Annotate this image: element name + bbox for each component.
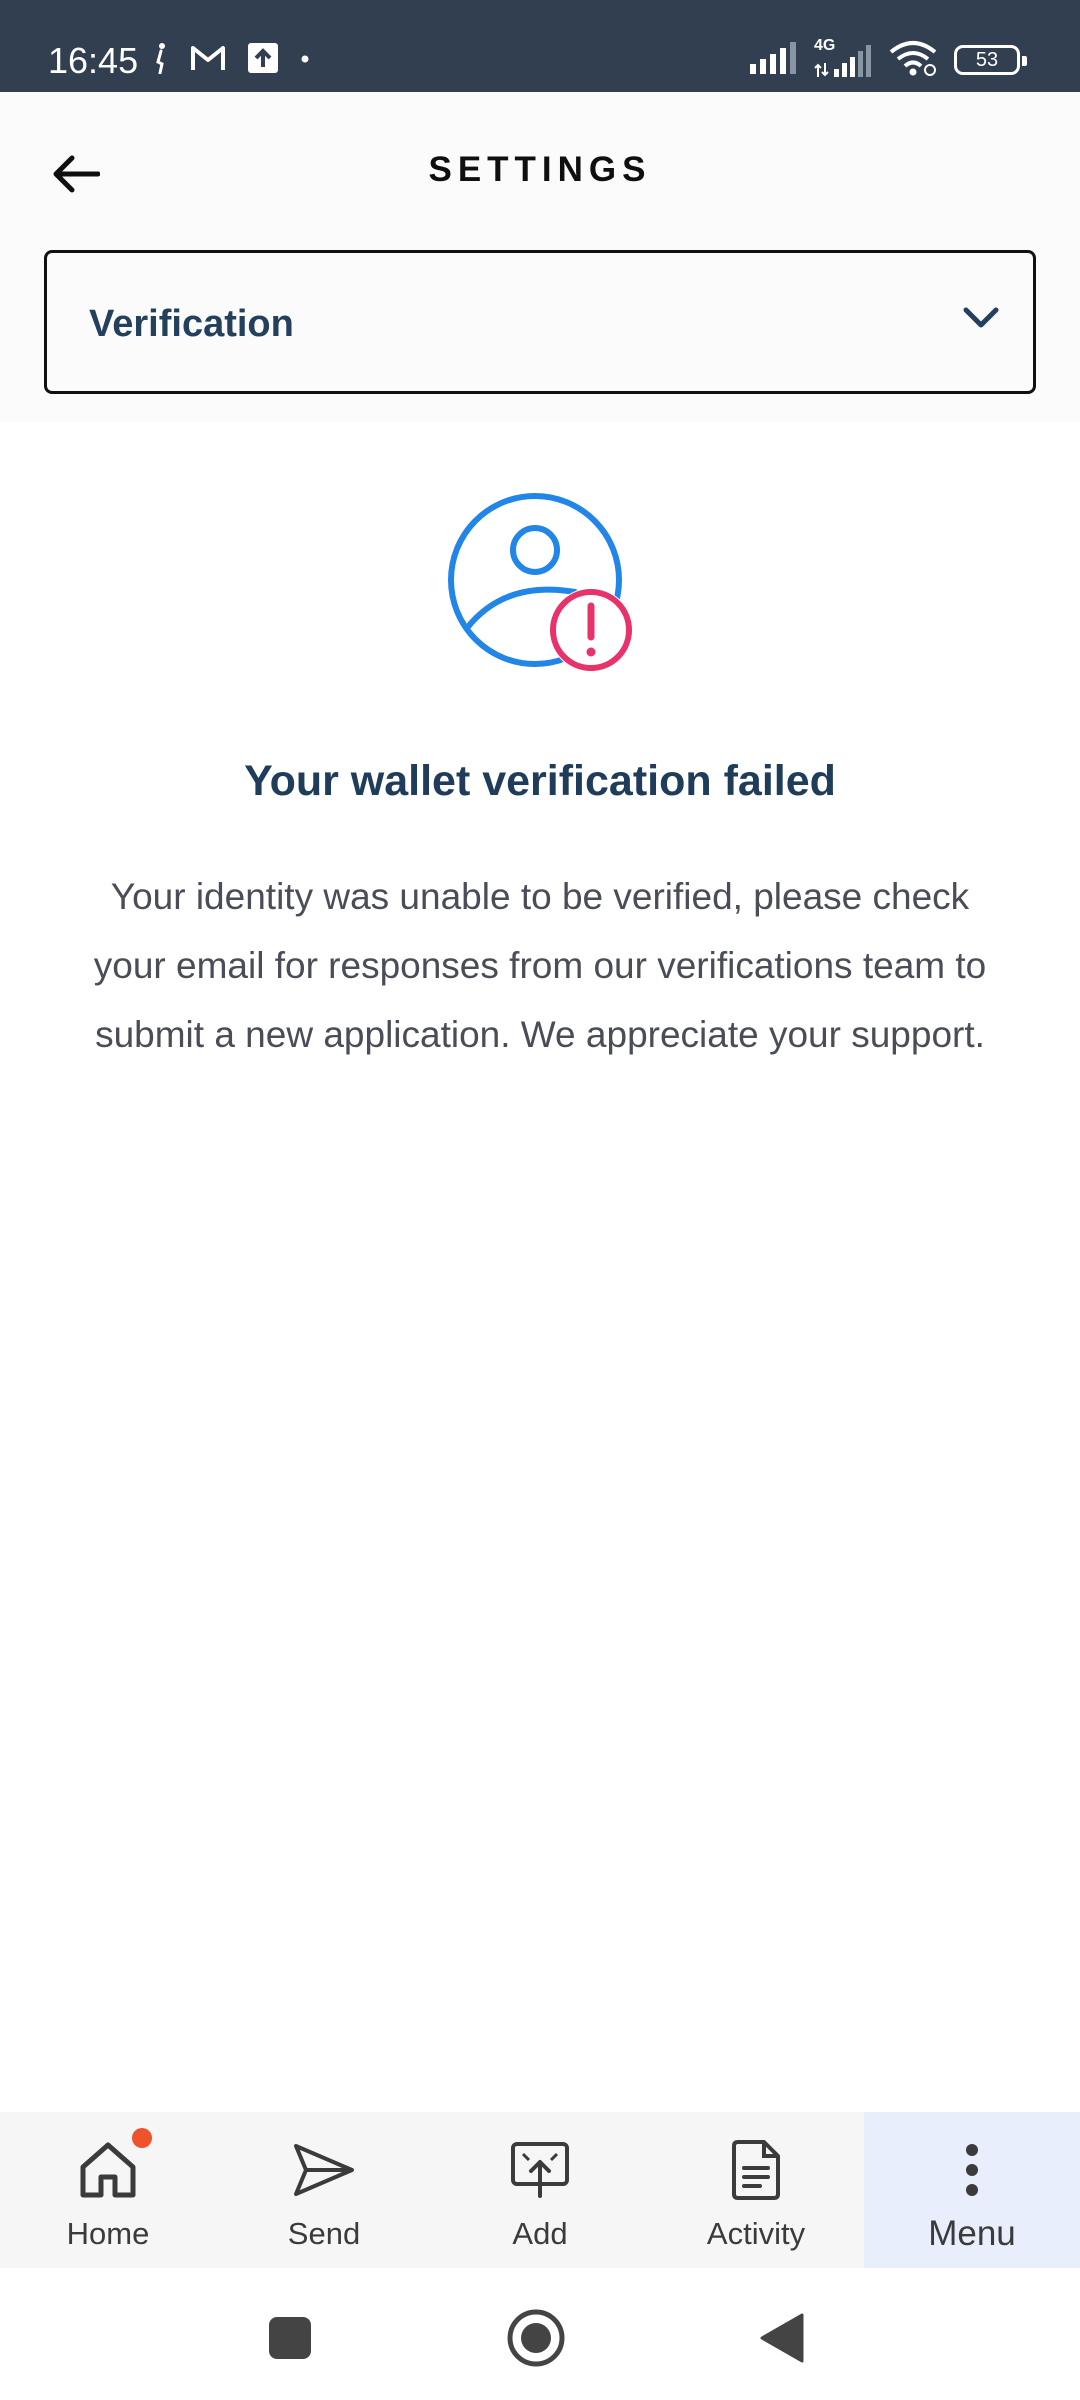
back-system-button[interactable]: [752, 2308, 812, 2368]
battery-icon: 53: [954, 45, 1027, 75]
verification-message: Your identity was unable to be verified,…: [93, 876, 987, 1055]
verification-title: Your wallet verification failed: [244, 757, 836, 805]
wifi-icon: [888, 40, 938, 81]
add-funds-icon: [509, 2136, 571, 2204]
nav-label-send: Send: [287, 2216, 361, 2251]
signal-4g-icon: 4G: [814, 37, 872, 79]
home-icon: [77, 2136, 139, 2204]
person-walking-icon: [154, 42, 168, 79]
chevron-down-icon: [963, 305, 999, 336]
nav-item-menu[interactable]: Menu: [864, 2112, 1080, 2268]
section-select[interactable]: Verification: [44, 250, 1036, 394]
dot-icon: [300, 51, 310, 69]
system-nav-bar: [0, 2268, 1080, 2400]
send-icon: [292, 2136, 356, 2204]
nav-label-menu: Menu: [928, 2214, 1016, 2253]
signal-icon: [750, 41, 798, 79]
bottom-nav: Home Send Add Activity Menu: [0, 2112, 1080, 2268]
upload-icon: [248, 42, 278, 78]
status-time: 16:45: [48, 40, 139, 81]
nav-label-add: Add: [512, 2216, 568, 2251]
page-title: SETTINGS: [428, 150, 652, 189]
recents-button[interactable]: [260, 2308, 320, 2368]
nav-item-activity[interactable]: Activity: [648, 2112, 864, 2268]
status-bar: 16:45 4G 53: [0, 0, 1080, 92]
notification-dot: [132, 2128, 152, 2148]
settings-header: SETTINGS Verification: [0, 92, 1080, 422]
section-select-value: Verification: [89, 303, 294, 345]
status-left-icons: [154, 40, 310, 80]
document-icon: [730, 2136, 782, 2204]
user-alert-icon: [445, 492, 637, 684]
home-system-button[interactable]: [506, 2308, 566, 2368]
more-vertical-icon: [964, 2136, 980, 2204]
nav-label-activity: Activity: [706, 2216, 806, 2251]
battery-level: 53: [975, 48, 999, 71]
nav-item-add[interactable]: Add: [432, 2112, 648, 2268]
status-right-icons: 4G 53: [750, 37, 1027, 82]
nav-label-home: Home: [66, 2216, 150, 2251]
nav-item-send[interactable]: Send: [216, 2112, 432, 2268]
gmail-icon: [190, 44, 226, 77]
nav-item-home[interactable]: Home: [0, 2112, 216, 2268]
